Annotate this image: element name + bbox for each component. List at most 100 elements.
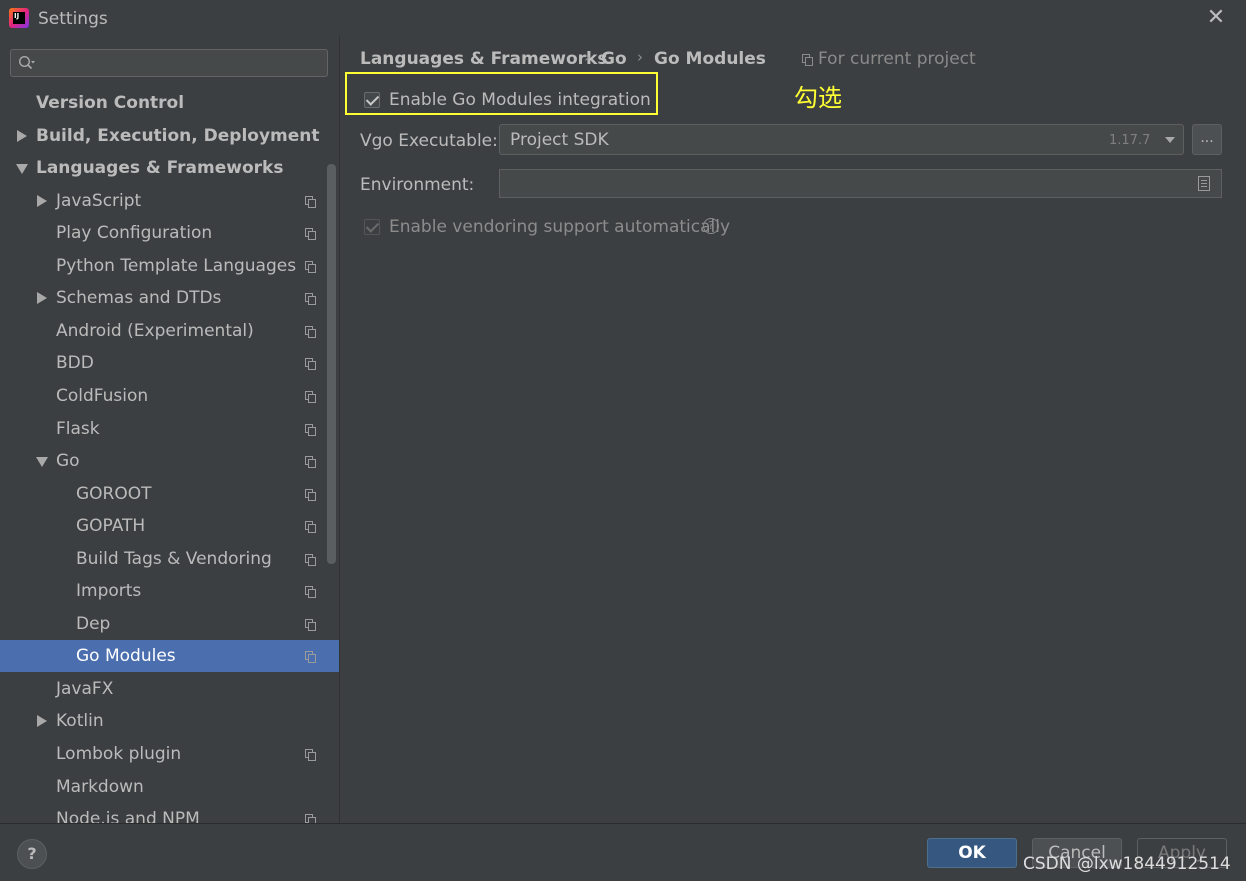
enable-go-modules-label[interactable]: Enable Go Modules integration (389, 90, 651, 110)
search-input[interactable] (10, 49, 328, 77)
sidebar-item-label: GOROOT (76, 484, 152, 504)
breadcrumb-item-go[interactable]: Go (601, 49, 627, 69)
sidebar-item-languages-frameworks[interactable]: Languages & Frameworks (0, 152, 339, 184)
sidebar-item-label: Kotlin (56, 711, 104, 731)
sidebar-item-coldfusion[interactable]: ColdFusion (0, 380, 339, 412)
intellij-logo-icon: IJ (9, 8, 29, 28)
edit-environment-icon[interactable] (1198, 176, 1210, 191)
project-scope-icon (305, 619, 316, 631)
sidebar-item-label: Build Tags & Vendoring (76, 549, 272, 569)
sidebar-item-markdown[interactable]: Markdown (0, 771, 339, 803)
sidebar-item-label: JavaFX (56, 679, 114, 699)
sidebar-item-javascript[interactable]: JavaScript (0, 185, 339, 217)
sidebar-item-node-js-and-npm[interactable]: Node.js and NPM (0, 803, 339, 823)
chevron-down-icon (1165, 137, 1175, 143)
breadcrumb-separator: › (637, 48, 643, 66)
project-scope-icon (305, 261, 316, 273)
vendoring-label: Enable vendoring support automatically (389, 217, 731, 237)
sidebar-scrollbar[interactable] (327, 164, 336, 564)
project-scope-icon (305, 424, 316, 436)
sidebar-item-flask[interactable]: Flask (0, 413, 339, 445)
environment-label: Environment: (360, 175, 475, 195)
sidebar-item-play-configuration[interactable]: Play Configuration (0, 217, 339, 249)
sidebar-item-label: Build, Execution, Deployment (36, 126, 320, 146)
project-scope-icon (305, 814, 316, 823)
scope-label: For current project (818, 49, 976, 69)
help-button[interactable]: ? (17, 839, 47, 869)
sidebar-item-schemas-and-dtds[interactable]: Schemas and DTDs (0, 282, 339, 314)
watermark: CSDN @lxw1844912514 (1023, 854, 1231, 874)
sidebar-item-python-template-languages[interactable]: Python Template Languages (0, 250, 339, 282)
sidebar-item-label: Flask (56, 419, 100, 439)
project-scope-icon (305, 196, 316, 208)
sidebar-item-kotlin[interactable]: Kotlin (0, 705, 339, 737)
sidebar-item-label: Android (Experimental) (56, 321, 254, 341)
sidebar-item-label: Version Control (36, 93, 185, 113)
project-scope-icon (305, 521, 316, 533)
sidebar-item-label: Markdown (56, 777, 144, 797)
sidebar-item-label: Go Modules (76, 646, 176, 666)
sidebar-item-label: Play Configuration (56, 223, 213, 243)
chevron-right-icon[interactable] (37, 195, 47, 207)
help-icon[interactable]: ? (703, 218, 719, 234)
sidebar-item-label: Schemas and DTDs (56, 288, 222, 308)
sidebar-item-label: GOPATH (76, 516, 146, 536)
breadcrumb-item-languages[interactable]: Languages & Frameworks (360, 49, 607, 69)
sidebar-item-label: Imports (76, 581, 142, 601)
close-icon[interactable]: ✕ (1204, 6, 1228, 30)
breadcrumb-item-go-modules: Go Modules (654, 49, 766, 69)
chevron-right-icon[interactable] (37, 715, 47, 727)
chevron-right-icon[interactable] (37, 292, 47, 304)
project-scope-icon (305, 293, 316, 305)
sidebar-item-build-execution-deployment[interactable]: Build, Execution, Deployment (0, 120, 339, 152)
chevron-down-icon[interactable] (36, 457, 48, 467)
project-scope-icon (305, 651, 316, 663)
sidebar-item-label: Node.js and NPM (56, 809, 200, 823)
sidebar-item-go[interactable]: Go (0, 445, 339, 477)
sidebar-item-label: Lombok plugin (56, 744, 182, 764)
vgo-executable-label: Vgo Executable: (360, 131, 498, 151)
chevron-right-icon[interactable] (17, 130, 27, 142)
enable-go-modules-checkbox[interactable] (364, 92, 380, 108)
sidebar-item-javafx[interactable]: JavaFX (0, 673, 339, 705)
project-scope-icon (305, 554, 316, 566)
ok-button[interactable]: OK (927, 838, 1017, 868)
dialog-footer: ? OK Cancel Apply CSDN @lxw1844912514 (0, 823, 1246, 881)
project-scope-icon (305, 228, 316, 240)
environment-field[interactable] (499, 169, 1222, 198)
sidebar-item-version-control[interactable]: Version Control (0, 87, 339, 119)
window-title: Settings (38, 9, 108, 29)
sidebar-item-build-tags-vendoring[interactable]: Build Tags & Vendoring (0, 543, 339, 575)
sidebar-item-go-modules[interactable]: Go Modules (0, 640, 339, 672)
vgo-executable-combo[interactable]: Project SDK 1.17.7 (499, 124, 1184, 155)
sidebar-item-label: ColdFusion (56, 386, 149, 406)
vgo-executable-value: Project SDK (510, 130, 609, 150)
sidebar-item-dep[interactable]: Dep (0, 608, 339, 640)
sidebar-item-gopath[interactable]: GOPATH (0, 510, 339, 542)
project-scope-icon (802, 54, 813, 66)
sidebar-item-label: Python Template Languages (56, 256, 297, 276)
sidebar-item-label: Languages & Frameworks (36, 158, 284, 178)
settings-content: Languages & Frameworks › Go › Go Modules… (340, 36, 1246, 823)
annotation-text: 勾选 (794, 84, 842, 112)
project-scope-icon (305, 489, 316, 501)
project-scope-icon (305, 326, 316, 338)
sidebar-item-bdd[interactable]: BDD (0, 347, 339, 379)
project-scope-icon (305, 391, 316, 403)
search-icon (18, 55, 35, 70)
breadcrumb-separator: › (584, 48, 590, 66)
sidebar-item-goroot[interactable]: GOROOT (0, 478, 339, 510)
sidebar-item-label: BDD (56, 353, 94, 373)
settings-sidebar: Version Control Build, Execution, Deploym… (0, 36, 339, 823)
sidebar-item-imports[interactable]: Imports (0, 575, 339, 607)
sidebar-item-android-experimental[interactable]: Android (Experimental) (0, 315, 339, 347)
title-bar: IJ Settings ✕ (0, 0, 1246, 36)
browse-button[interactable]: ... (1192, 124, 1222, 155)
project-scope-icon (305, 358, 316, 370)
project-scope-icon (305, 586, 316, 598)
sidebar-item-lombok-plugin[interactable]: Lombok plugin (0, 738, 339, 770)
sidebar-item-label: Dep (76, 614, 111, 634)
vendoring-checkbox[interactable] (364, 219, 380, 235)
chevron-down-icon[interactable] (16, 164, 28, 174)
project-scope-icon (305, 749, 316, 761)
